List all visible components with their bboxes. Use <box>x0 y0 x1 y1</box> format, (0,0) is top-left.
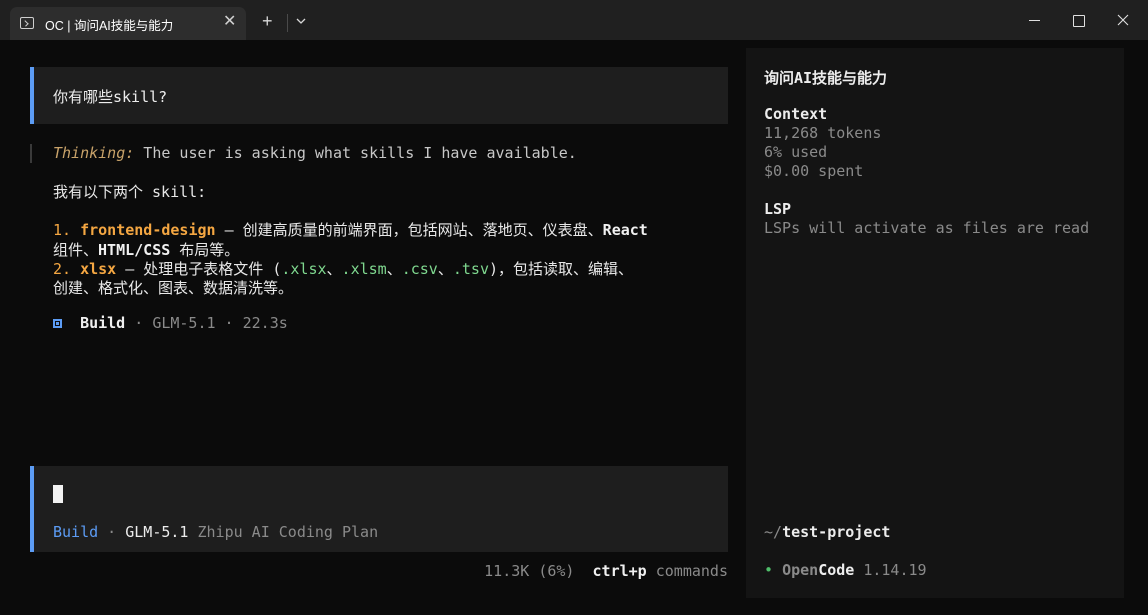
agent-label: Build <box>80 314 126 332</box>
chevron-down-icon[interactable] <box>294 14 308 28</box>
app-name-code: Code <box>818 561 855 579</box>
skill-description: 组件、 <box>53 241 99 259</box>
react-label: React <box>602 221 648 239</box>
thinking-label: Thinking: <box>53 144 135 162</box>
title-bar: OC | 询问AI技能与能力 ✕ + <box>0 0 1148 40</box>
project-path: ~/test-project <box>764 523 890 541</box>
shortcut-key: ctrl+p <box>592 562 647 580</box>
thinking-text: The user is asking what skills I have av… <box>134 144 577 162</box>
list-item-continuation: 组件、HTML/CSS 布局等。 <box>53 239 239 260</box>
separator: · <box>98 523 126 541</box>
separator: 、 <box>326 260 342 278</box>
thinking-bar <box>30 144 32 163</box>
token-usage: 11.3K (6%) <box>484 562 575 580</box>
shortcut-label: commands <box>646 562 728 580</box>
context-heading: Context <box>764 105 828 123</box>
list-item-continuation: 创建、格式化、图表、数据清洗等。 <box>53 279 294 297</box>
skill-description: 布局等。 <box>170 241 240 259</box>
status-dot-icon: • <box>764 561 774 579</box>
separator: · <box>125 314 153 332</box>
minimize-icon[interactable] <box>1020 8 1050 32</box>
app-name-open: Open <box>782 561 819 579</box>
message-footer: Build · GLM-5.1 · 22.3s <box>53 314 288 332</box>
terminal-tab[interactable]: OC | 询问AI技能与能力 ✕ <box>10 7 246 40</box>
thinking-line: Thinking: The user is asking what skills… <box>53 144 577 162</box>
close-window-icon[interactable] <box>1108 8 1138 32</box>
input-meta: Build · GLM-5.1 Zhipu AI Coding Plan <box>53 523 378 541</box>
list-item: 2. xlsx — 处理电子表格文件 (.xlsx、.xlsm、.csv、.ts… <box>53 258 633 279</box>
provider-label: Zhipu AI Coding Plan <box>188 523 379 541</box>
app-version: • OpenCode 1.14.19 <box>764 561 927 579</box>
session-sidebar: 询问AI技能与能力 Context 11,268 tokens 6% used … <box>746 48 1124 598</box>
agent-selector[interactable]: Build <box>53 523 98 541</box>
ext-xlsm: .xlsm <box>341 260 387 278</box>
html-css-label: HTML/CSS <box>98 241 171 259</box>
text-cursor <box>53 485 63 503</box>
skill-name: frontend-design <box>80 221 216 239</box>
maximize-icon[interactable] <box>1064 8 1094 32</box>
session-title: 询问AI技能与能力 <box>764 69 888 87</box>
skill-description: )，包括读取、编辑、 <box>488 260 634 278</box>
model-label: GLM-5.1 <box>152 314 216 332</box>
skill-description: — 创建高质量的前端界面，包括网站、落地页、仪表盘、 <box>215 221 603 239</box>
terminal-icon <box>20 17 34 29</box>
context-spent: $0.00 spent <box>764 162 864 180</box>
list-item: 1. frontend-design — 创建高质量的前端界面，包括网站、落地页… <box>53 219 648 240</box>
list-number: 2. <box>53 260 72 278</box>
response-intro: 我有以下两个 skill: <box>53 183 207 201</box>
user-message-text: 你有哪些skill? <box>53 88 168 106</box>
version-number: 1.14.19 <box>854 561 927 579</box>
ext-tsv: .tsv <box>452 260 489 278</box>
build-icon <box>53 319 62 328</box>
lsp-heading: LSP <box>764 200 792 218</box>
separator: 、 <box>437 260 453 278</box>
status-bar: 11.3K (6%) ctrl+p commands <box>484 562 728 580</box>
ext-xlsx: .xlsx <box>281 260 327 278</box>
user-message: 你有哪些skill? <box>30 67 728 124</box>
lsp-status: LSPs will activate as files are read <box>764 219 1090 237</box>
path-prefix: ~/ <box>764 523 783 541</box>
model-selector[interactable]: GLM-5.1 <box>125 523 188 541</box>
tab-title: OC | 询问AI技能与能力 <box>45 19 174 33</box>
duration-label: 22.3s <box>242 314 288 332</box>
ext-csv: .csv <box>401 260 438 278</box>
project-name: test-project <box>782 523 891 541</box>
prompt-input[interactable]: Build · GLM-5.1 Zhipu AI Coding Plan <box>30 466 728 552</box>
separator: 、 <box>386 260 402 278</box>
separator: · <box>215 314 243 332</box>
context-tokens: 11,268 tokens <box>764 124 882 142</box>
context-used: 6% used <box>764 143 828 161</box>
list-number: 1. <box>53 221 72 239</box>
tab-divider <box>287 14 288 32</box>
plus-icon[interactable]: + <box>262 12 273 30</box>
skill-description: — 处理电子表格文件 ( <box>116 260 282 278</box>
close-icon[interactable]: ✕ <box>223 13 236 31</box>
skill-name: xlsx <box>80 260 117 278</box>
